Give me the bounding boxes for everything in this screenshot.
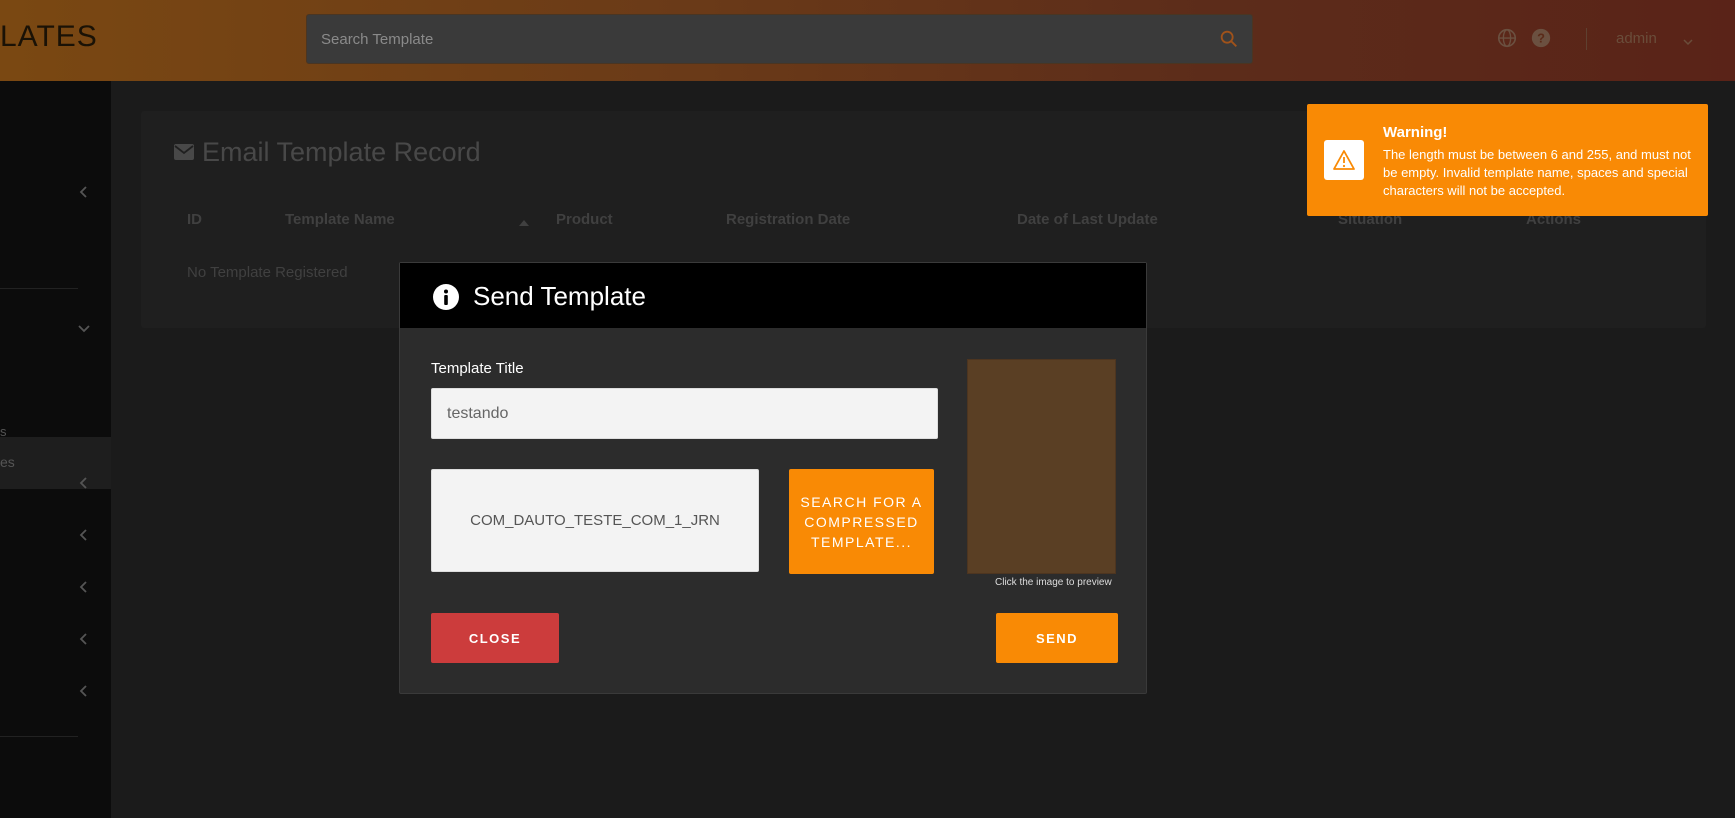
chevron-left-icon[interactable] [77, 528, 91, 542]
column-header-registration-date[interactable]: Registration Date [726, 211, 850, 228]
sidebar: es s [0, 81, 111, 818]
modal-header: Send Template [400, 263, 1146, 328]
close-button[interactable]: CLOSE [431, 613, 559, 663]
help-icon[interactable]: ? [1530, 27, 1552, 49]
warning-icon [1333, 150, 1355, 170]
sidebar-item-label: es [0, 454, 15, 470]
send-button[interactable]: SEND [996, 613, 1118, 663]
chevron-left-icon[interactable] [77, 476, 91, 490]
info-icon [433, 284, 459, 310]
app-logo-text: LATES [0, 20, 98, 53]
template-title-input[interactable] [431, 388, 938, 439]
warning-toast[interactable]: Warning! The length must be between 6 an… [1307, 104, 1708, 216]
toast-title: Warning! [1383, 124, 1448, 141]
toast-message: The length must be between 6 and 255, an… [1383, 147, 1691, 198]
selected-file-name: COM_DAUTO_TESTE_COM_1_JRN [431, 469, 759, 572]
mail-icon [174, 144, 194, 160]
template-preview-image[interactable] [967, 359, 1116, 574]
chevron-down-icon[interactable] [77, 321, 91, 335]
chevron-left-icon[interactable] [77, 684, 91, 698]
search-compressed-template-button[interactable]: SEARCH FOR A COMPRESSED TEMPLATE... [789, 469, 934, 574]
header-divider [1586, 28, 1587, 50]
column-header-product[interactable]: Product [556, 211, 613, 228]
column-header-last-update[interactable]: Date of Last Update [1017, 211, 1158, 228]
sidebar-item-label[interactable]: s [0, 424, 7, 439]
send-template-modal: Send Template Template Title COM_DAUTO_T… [399, 262, 1147, 694]
svg-text:?: ? [1537, 31, 1545, 46]
page-title: Email Template Record [202, 137, 481, 167]
search-input[interactable] [321, 15, 1201, 63]
modal-title: Send Template [473, 281, 646, 311]
sort-asc-icon[interactable] [518, 218, 530, 228]
sidebar-item-active[interactable]: es [0, 437, 111, 489]
sidebar-divider [0, 736, 78, 737]
sidebar-divider [0, 288, 78, 289]
empty-table-message: No Template Registered [187, 264, 348, 281]
chevron-left-icon[interactable] [77, 580, 91, 594]
preview-caption: Click the image to preview [995, 577, 1112, 588]
user-name[interactable]: admin [1616, 30, 1657, 47]
chevron-down-icon[interactable] [1682, 36, 1694, 48]
search-icon[interactable] [1218, 28, 1240, 50]
column-header-id[interactable]: ID [187, 211, 202, 228]
chevron-left-icon[interactable] [77, 185, 91, 199]
template-title-label: Template Title [431, 360, 524, 377]
toast-icon-box [1324, 140, 1364, 180]
column-header-template-name[interactable]: Template Name [285, 211, 395, 228]
search-bar [306, 14, 1253, 64]
top-header: LATES ? admin [0, 0, 1735, 81]
globe-icon[interactable] [1496, 27, 1518, 49]
chevron-left-icon[interactable] [77, 632, 91, 646]
